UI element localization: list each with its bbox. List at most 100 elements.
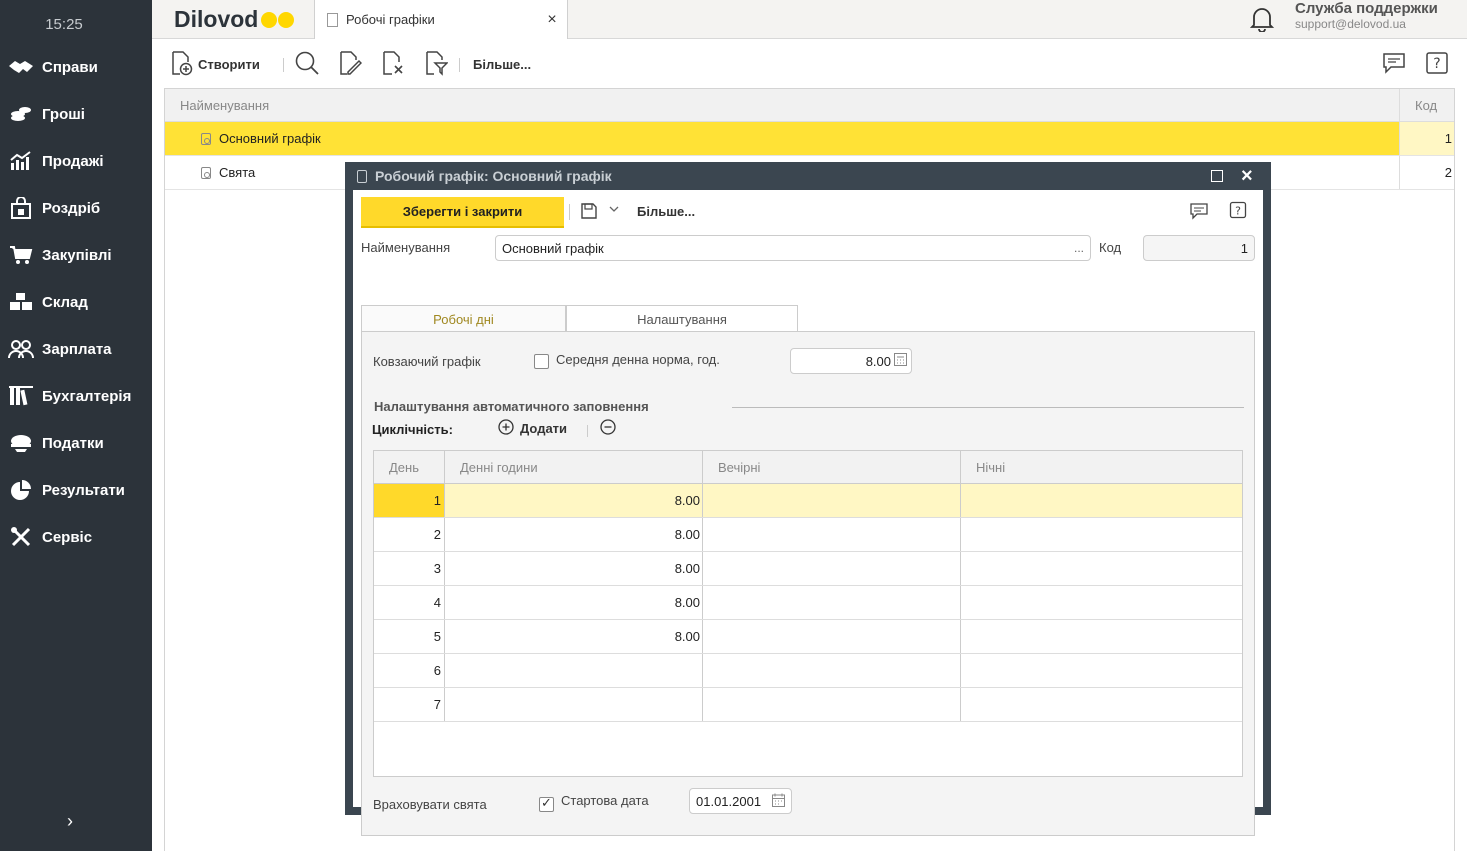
cell-night[interactable] [961, 688, 1242, 721]
save-dropdown-icon[interactable] [608, 202, 620, 219]
shop-bag-icon [8, 196, 34, 220]
sidebar-item-salary[interactable]: Зарплата [0, 329, 152, 369]
grid-row[interactable]: 5 8.00 [374, 620, 1242, 654]
column-header-code[interactable]: Код [1400, 89, 1454, 121]
holidays-checkbox[interactable] [539, 795, 554, 812]
autofill-section-title: Налаштування автоматичного заповнення [374, 399, 649, 414]
cell-night[interactable] [961, 552, 1242, 585]
filter-button[interactable] [424, 50, 449, 78]
save-and-close-button[interactable]: Зберегти і закрити [361, 197, 564, 228]
name-select-button[interactable]: ... [1074, 241, 1084, 255]
tools-icon [8, 525, 34, 549]
dialog-more-button[interactable]: Більше... [637, 204, 695, 219]
code-label: Код [1099, 240, 1122, 255]
cell-day: 4 [374, 586, 445, 619]
sidebar-item-results[interactable]: Результати [0, 470, 152, 510]
cyclicity-grid: День Денні години Вечірні Нічні 1 8.00 2… [373, 450, 1243, 777]
support-email[interactable]: support@delovod.ua [1295, 17, 1438, 31]
save-button[interactable] [580, 202, 598, 223]
column-header-name[interactable]: Найменування [165, 89, 1400, 121]
svg-text:?: ? [1235, 205, 1241, 218]
sidebar-item-label: Бухгалтерія [42, 387, 132, 405]
cell-day-hours[interactable]: 8.00 [445, 518, 703, 551]
cell-day-hours[interactable]: 8.00 [445, 484, 703, 517]
edit-button[interactable] [338, 50, 363, 78]
cell-night[interactable] [961, 620, 1242, 653]
column-header-night[interactable]: Нічні [961, 451, 1242, 483]
cell-night[interactable] [961, 586, 1242, 619]
start-date-input[interactable]: 01.01.2001 [689, 788, 792, 814]
list-row[interactable]: Основний графік 1 [165, 122, 1454, 156]
cell-evening[interactable] [703, 620, 961, 653]
tab-work-schedules[interactable]: Робочі графіки × [314, 0, 568, 39]
toolbar: Створити Більше... ? [152, 40, 1467, 88]
grid-row[interactable]: 3 8.00 [374, 552, 1242, 586]
sidebar-item-taxes[interactable]: Податки [0, 423, 152, 463]
add-row-button[interactable]: Додати [498, 419, 567, 438]
maximize-icon[interactable] [1211, 170, 1223, 182]
dialog-comment-button[interactable] [1189, 201, 1209, 224]
handshake-icon [8, 55, 34, 79]
calculator-icon[interactable] [894, 353, 907, 369]
sidebar-item-warehouse[interactable]: Склад [0, 282, 152, 322]
grid-row[interactable]: 6 [374, 654, 1242, 688]
comment-button[interactable] [1382, 50, 1406, 78]
cell-evening[interactable] [703, 518, 961, 551]
pie-icon [8, 478, 34, 502]
column-header-evening[interactable]: Вечірні [703, 451, 961, 483]
grid-row[interactable]: 1 8.00 [374, 484, 1242, 518]
grid-row[interactable]: 7 [374, 688, 1242, 722]
bell-icon[interactable] [1249, 6, 1275, 33]
dialog-close-button[interactable]: × [1241, 166, 1261, 186]
cell-evening[interactable] [703, 688, 961, 721]
help-button[interactable]: ? [1425, 50, 1449, 78]
more-button[interactable]: Більше... [469, 50, 531, 78]
cell-evening[interactable] [703, 484, 961, 517]
support-block[interactable]: Служба поддержки support@delovod.ua [1295, 0, 1438, 31]
grid-row[interactable]: 4 8.00 [374, 586, 1242, 620]
sidebar-item-accounting[interactable]: Бухгалтерія [0, 376, 152, 416]
cell-day-hours[interactable]: 8.00 [445, 620, 703, 653]
dialog-titlebar[interactable]: Робочий графік: Основний графік × [353, 162, 1263, 190]
more-label: Більше... [473, 56, 532, 72]
delete-mark-button[interactable] [381, 50, 405, 78]
tab-workdays[interactable]: Робочі дні [361, 305, 566, 332]
sidebar-item-service[interactable]: Сервіс [0, 517, 152, 557]
cell-day-hours[interactable] [445, 688, 703, 721]
cell-day-hours[interactable]: 8.00 [445, 552, 703, 585]
tab-settings[interactable]: Налаштування [566, 305, 798, 333]
code-input[interactable]: 1 [1143, 235, 1255, 261]
sidebar-item-sales[interactable]: Продажі [0, 141, 152, 181]
column-header-day[interactable]: День [374, 451, 445, 483]
create-button[interactable]: Створити [170, 50, 260, 78]
create-doc-icon [170, 50, 194, 79]
avg-norm-input[interactable]: 8.00 [790, 348, 912, 374]
clock: 15:25 [45, 16, 83, 33]
sidebar-item-money[interactable]: Гроші [0, 94, 152, 134]
dialog-help-button[interactable]: ? [1229, 201, 1247, 222]
sidebar-item-label: Гроші [42, 105, 85, 123]
sidebar-item-label: Склад [42, 293, 88, 311]
cell-day-hours[interactable]: 8.00 [445, 586, 703, 619]
cell-night[interactable] [961, 484, 1242, 517]
cell-day-hours[interactable] [445, 654, 703, 687]
calendar-icon[interactable] [772, 793, 785, 810]
search-button[interactable] [294, 50, 320, 78]
cell-evening[interactable] [703, 552, 961, 585]
sidebar-item-purchases[interactable]: Закупівлі [0, 235, 152, 275]
cell-evening[interactable] [703, 586, 961, 619]
remove-row-button[interactable] [600, 419, 616, 438]
tab-close-button[interactable]: × [537, 11, 567, 29]
cell-night[interactable] [961, 654, 1242, 687]
sidebar-expand-button[interactable]: › [60, 811, 80, 831]
grid-row[interactable]: 2 8.00 [374, 518, 1242, 552]
cell-night[interactable] [961, 518, 1242, 551]
cell-day: 2 [374, 518, 445, 551]
column-header-day-hours[interactable]: Денні години [445, 451, 703, 483]
sliding-schedule-checkbox[interactable] [534, 354, 549, 369]
name-input[interactable]: Основний графік ... [495, 235, 1091, 261]
sidebar-item-affairs[interactable]: Справи [0, 47, 152, 87]
plus-circle-icon [498, 419, 514, 438]
cell-evening[interactable] [703, 654, 961, 687]
sidebar-item-retail[interactable]: Роздріб [0, 188, 152, 228]
